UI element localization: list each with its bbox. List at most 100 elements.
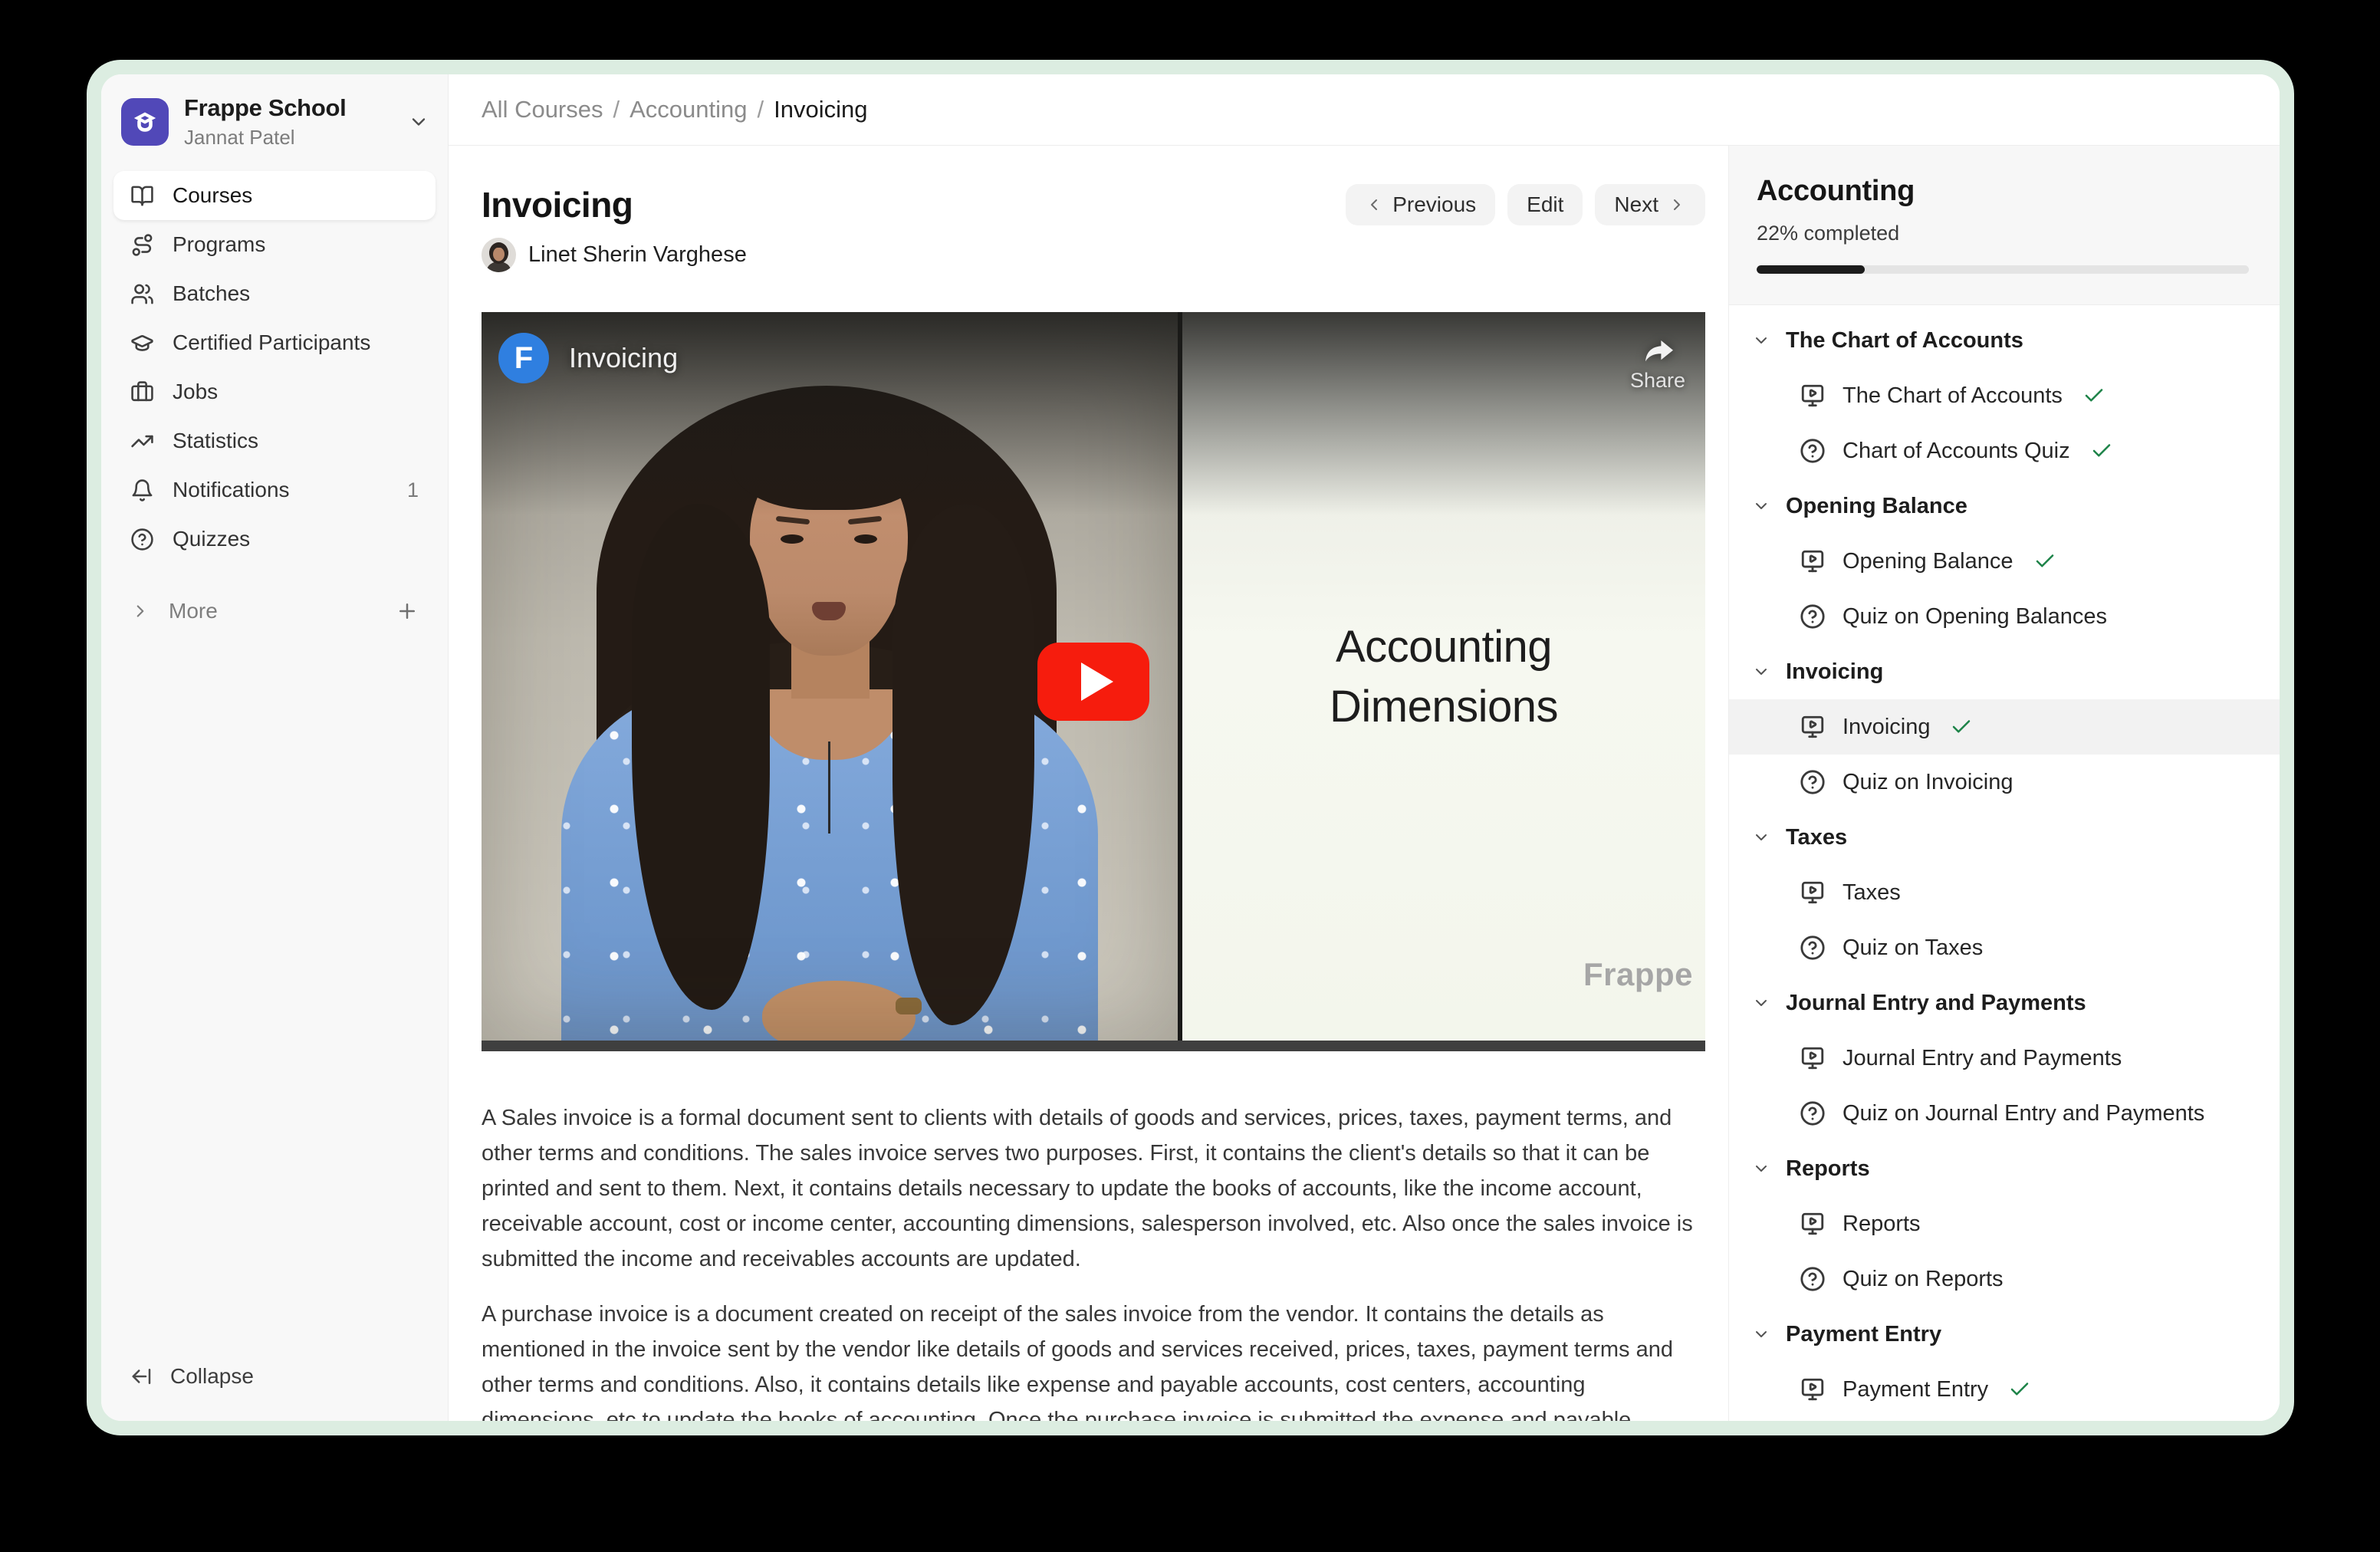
play-button[interactable]: [1037, 643, 1149, 721]
presenter-hands: [762, 981, 916, 1041]
sidebar-item-jobs[interactable]: Jobs: [113, 367, 436, 416]
presenter-hair-strand: [632, 504, 770, 1010]
route-icon: [130, 233, 154, 257]
add-button[interactable]: [396, 600, 419, 623]
outline-section-the-chart-of-accounts[interactable]: The Chart of Accounts: [1729, 313, 2280, 368]
sidebar-item-programs[interactable]: Programs: [113, 220, 436, 269]
next-label: Next: [1614, 192, 1658, 217]
course-title: Accounting: [1757, 175, 2249, 208]
presenter-brow: [776, 516, 810, 525]
sidebar-item-certified-participants[interactable]: Certified Participants: [113, 318, 436, 367]
left-sidebar: Frappe School Jannat Patel CoursesProgra…: [101, 74, 449, 1421]
outline-quiz-quiz-on-opening-balances[interactable]: Quiz on Opening Balances: [1729, 589, 2280, 644]
sidebar-nav: CoursesPrograms Batches Certified Particip…: [113, 171, 436, 564]
help-circle-icon: [130, 528, 154, 551]
outline-quiz-chart-of-accounts-quiz[interactable]: Chart of Accounts Quiz: [1729, 423, 2280, 478]
chevron-down-icon: [1752, 828, 1770, 847]
edit-button[interactable]: Edit: [1507, 184, 1583, 225]
outline-item-label: Quiz on Taxes: [1843, 935, 1983, 961]
next-button[interactable]: Next: [1595, 184, 1705, 225]
lesson-paragraph: A purchase invoice is a document created…: [482, 1297, 1705, 1421]
help-circle-icon: [1800, 1100, 1826, 1126]
outline-item-label: Taxes: [1843, 880, 1901, 906]
chevron-down-icon: [408, 111, 429, 133]
sidebar-item-label: Batches: [173, 281, 250, 306]
outline-lesson-taxes[interactable]: Taxes: [1729, 865, 2280, 920]
outline-quiz-quiz-on-invoicing[interactable]: Quiz on Invoicing: [1729, 755, 2280, 810]
sidebar-more[interactable]: More: [113, 587, 436, 636]
workspace-switcher[interactable]: Frappe School Jannat Patel: [113, 85, 436, 165]
outline-section-title: Opening Balance: [1786, 494, 1967, 519]
sidebar-item-label: Notifications: [173, 478, 290, 502]
monitor-play-icon: [1800, 383, 1826, 409]
slide-title: Accounting Dimensions: [1182, 617, 1705, 737]
previous-button[interactable]: Previous: [1346, 184, 1495, 225]
sidebar-item-statistics[interactable]: Statistics: [113, 416, 436, 465]
chevron-down-icon: [1752, 331, 1770, 350]
chevron-right-icon: [130, 601, 150, 621]
graduation-cap-icon: [130, 331, 154, 355]
lesson-actions: Previous Edit Next: [1346, 184, 1705, 225]
window-frame: Frappe School Jannat Patel CoursesProgra…: [87, 60, 2294, 1435]
outline-lesson-invoicing[interactable]: Invoicing: [1729, 699, 2280, 755]
outline-lesson-the-chart-of-accounts[interactable]: The Chart of Accounts: [1729, 368, 2280, 423]
screen: { "colors": { "frame_mint": "#dcede1", "…: [0, 0, 2380, 1552]
sidebar-item-notifications[interactable]: Notifications 1: [113, 465, 436, 515]
presenter-watch: [896, 998, 922, 1014]
outline-quiz-quiz-on-journal-entry-and-payments[interactable]: Quiz on Journal Entry and Payments: [1729, 1086, 2280, 1141]
briefcase-icon: [130, 380, 154, 404]
help-circle-icon: [1800, 935, 1826, 961]
video-player[interactable]: Accounting Dimensions Frappe F Invoicing: [482, 312, 1705, 1051]
outline-section-taxes[interactable]: Taxes: [1729, 810, 2280, 865]
sidebar-item-courses[interactable]: Courses: [113, 171, 436, 220]
monitor-play-icon: [1800, 714, 1826, 740]
monitor-play-icon: [1800, 880, 1826, 906]
mic-wire: [828, 741, 830, 834]
author-avatar: [482, 238, 516, 272]
outline-lesson-opening-balance[interactable]: Opening Balance: [1729, 534, 2280, 589]
outline-lesson-payment-entry[interactable]: Payment Entry: [1729, 1362, 2280, 1417]
course-outline-header: Accounting 22% completed: [1729, 146, 2280, 305]
help-circle-icon: [1800, 438, 1826, 464]
author: Linet Sherin Varghese: [482, 238, 1707, 272]
outline-item-label: Quiz on Journal Entry and Payments: [1843, 1101, 2204, 1126]
chevron-down-icon: [1752, 1159, 1770, 1178]
completed-check-icon: [2090, 439, 2113, 462]
outline-item-label: Quiz on Opening Balances: [1843, 604, 2107, 630]
channel-avatar[interactable]: F: [498, 333, 549, 383]
chevron-right-icon: [1668, 196, 1686, 214]
outline-item-label: Quiz on Invoicing: [1843, 770, 2013, 795]
outline-lesson-journal-entry-and-payments[interactable]: Journal Entry and Payments: [1729, 1031, 2280, 1086]
collapse-sidebar-button[interactable]: Collapse: [113, 1352, 436, 1401]
outline-section-opening-balance[interactable]: Opening Balance: [1729, 478, 2280, 534]
arrow-left-to-line-icon: [130, 1365, 153, 1388]
bell-icon: [130, 478, 154, 502]
workspace-name: Frappe School: [184, 94, 346, 122]
chevron-left-icon: [1365, 196, 1383, 214]
outline-item-label: The Chart of Accounts: [1843, 383, 2063, 409]
video-title[interactable]: Invoicing: [569, 342, 678, 374]
notification-count-badge: 1: [407, 478, 419, 502]
breadcrumb-separator: /: [613, 96, 620, 123]
author-name: Linet Sherin Varghese: [528, 242, 747, 268]
outline-item-label: Opening Balance: [1843, 549, 2013, 574]
outline-section-invoicing[interactable]: Invoicing: [1729, 644, 2280, 699]
completed-check-icon: [2033, 550, 2056, 573]
completed-check-icon: [1950, 715, 1973, 738]
outline-section-payment-entry[interactable]: Payment Entry: [1729, 1307, 2280, 1362]
outline-lesson-reports[interactable]: Reports: [1729, 1196, 2280, 1251]
outline-quiz-quiz-on-taxes[interactable]: Quiz on Taxes: [1729, 920, 2280, 975]
breadcrumb-all-courses[interactable]: All Courses: [482, 96, 603, 123]
outline-quiz-quiz-on-reports[interactable]: Quiz on Reports: [1729, 1251, 2280, 1307]
share-button[interactable]: Share: [1630, 334, 1685, 393]
monitor-play-icon: [1800, 1376, 1826, 1402]
frappe-school-logo: [121, 98, 169, 146]
sidebar-item-quizzes[interactable]: Quizzes: [113, 515, 436, 564]
sidebar-item-batches[interactable]: Batches: [113, 269, 436, 318]
presenter-hair-strand: [893, 504, 1034, 1025]
breadcrumb-accounting[interactable]: Accounting: [630, 96, 747, 123]
outline-section-reports[interactable]: Reports: [1729, 1141, 2280, 1196]
progress-bar-fill: [1757, 265, 1865, 274]
outline-section-journal-entry-and-payments[interactable]: Journal Entry and Payments: [1729, 975, 2280, 1031]
outline-section-title: Journal Entry and Payments: [1786, 991, 2086, 1016]
